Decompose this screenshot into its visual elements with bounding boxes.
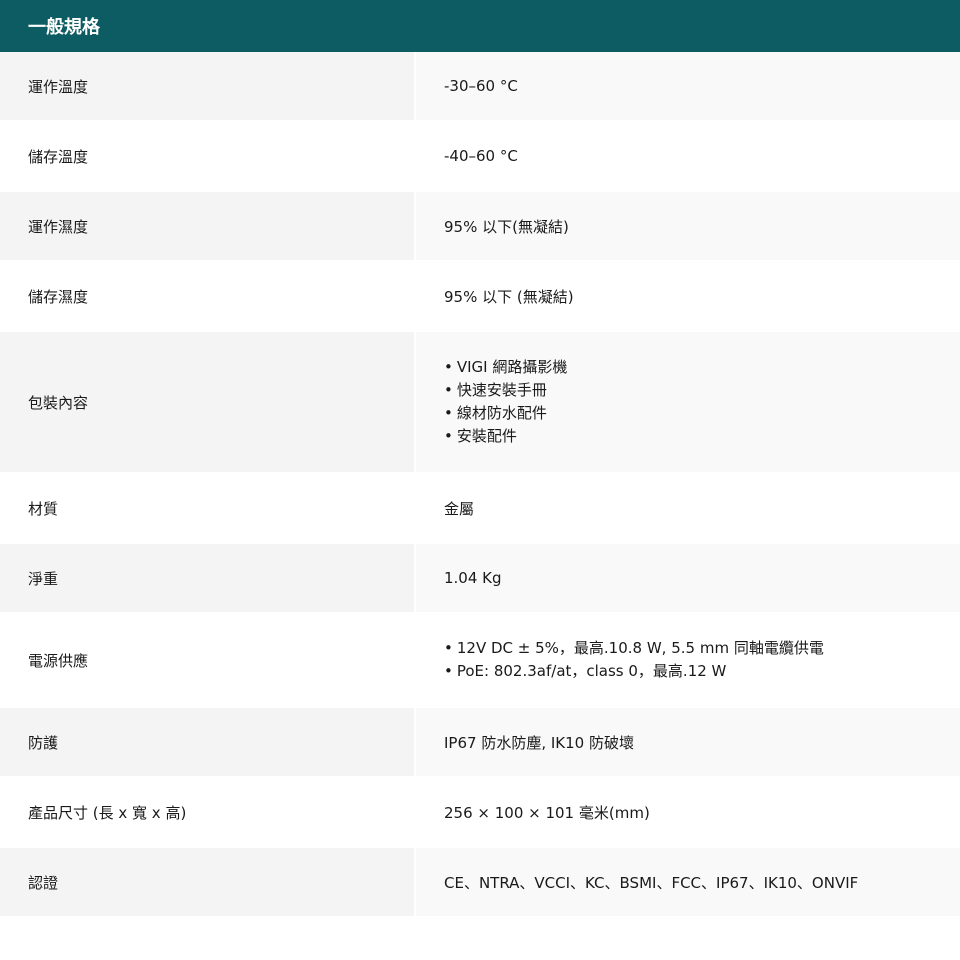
spec-label: 防護 bbox=[0, 708, 416, 776]
spec-row-operating-humidity: 運作濕度 95% 以下(無凝結) bbox=[0, 192, 960, 262]
spec-row-protection: 防護 IP67 防水防塵, IK10 防破壞 bbox=[0, 708, 960, 778]
spec-value: -30–60 °C bbox=[416, 52, 960, 120]
spec-label: 儲存濕度 bbox=[0, 262, 416, 330]
spec-label: 材質 bbox=[0, 474, 416, 542]
list-item: PoE: 802.3af/at，class 0，最高.12 W bbox=[444, 660, 950, 683]
spec-value: 金屬 bbox=[416, 474, 960, 542]
spec-label: 產品尺寸 (長 x 寬 x 高) bbox=[0, 778, 416, 846]
spec-row-material: 材質 金屬 bbox=[0, 474, 960, 544]
list-item: 12V DC ± 5%，最高.10.8 W, 5.5 mm 同軸電纜供電 bbox=[444, 637, 950, 660]
spec-row-storage-temperature: 儲存溫度 -40–60 °C bbox=[0, 122, 960, 192]
list-item: VIGI 網路攝影機 bbox=[444, 356, 950, 379]
list-item: 快速安裝手冊 bbox=[444, 379, 950, 402]
spec-table: 一般規格 運作溫度 -30–60 °C 儲存溫度 -40–60 °C 運作濕度 … bbox=[0, 0, 960, 918]
spec-row-package-contents: 包裝內容 VIGI 網路攝影機 快速安裝手冊 線材防水配件 安裝配件 bbox=[0, 332, 960, 474]
spec-value: -40–60 °C bbox=[416, 122, 960, 190]
spec-value: CE、NTRA、VCCI、KC、BSMI、FCC、IP67、IK10、ONVIF bbox=[416, 848, 960, 916]
spec-value: IP67 防水防塵, IK10 防破壞 bbox=[416, 708, 960, 776]
power-supply-list: 12V DC ± 5%，最高.10.8 W, 5.5 mm 同軸電纜供電 PoE… bbox=[444, 637, 950, 683]
spec-label: 運作濕度 bbox=[0, 192, 416, 260]
spec-value: 1.04 Kg bbox=[416, 544, 960, 612]
spec-row-net-weight: 淨重 1.04 Kg bbox=[0, 544, 960, 614]
section-title: 一般規格 bbox=[28, 17, 100, 38]
spec-label: 運作溫度 bbox=[0, 52, 416, 120]
spec-value: 256 × 100 × 101 毫米(mm) bbox=[416, 778, 960, 846]
spec-value: 95% 以下 (無凝結) bbox=[416, 262, 960, 330]
spec-row-dimensions: 產品尺寸 (長 x 寬 x 高) 256 × 100 × 101 毫米(mm) bbox=[0, 778, 960, 848]
spec-row-storage-humidity: 儲存濕度 95% 以下 (無凝結) bbox=[0, 262, 960, 332]
spec-row-power-supply: 電源供應 12V DC ± 5%，最高.10.8 W, 5.5 mm 同軸電纜供… bbox=[0, 614, 960, 708]
list-item: 線材防水配件 bbox=[444, 402, 950, 425]
spec-label: 儲存溫度 bbox=[0, 122, 416, 190]
spec-label: 認證 bbox=[0, 848, 416, 916]
section-header: 一般規格 bbox=[0, 0, 960, 52]
spec-row-operating-temperature: 運作溫度 -30–60 °C bbox=[0, 52, 960, 122]
package-contents-list: VIGI 網路攝影機 快速安裝手冊 線材防水配件 安裝配件 bbox=[444, 356, 950, 448]
spec-label: 電源供應 bbox=[0, 614, 416, 706]
spec-value: VIGI 網路攝影機 快速安裝手冊 線材防水配件 安裝配件 bbox=[416, 332, 960, 472]
spec-value: 12V DC ± 5%，最高.10.8 W, 5.5 mm 同軸電纜供電 PoE… bbox=[416, 614, 960, 706]
spec-label: 淨重 bbox=[0, 544, 416, 612]
list-item: 安裝配件 bbox=[444, 425, 950, 448]
spec-value: 95% 以下(無凝結) bbox=[416, 192, 960, 260]
spec-row-certifications: 認證 CE、NTRA、VCCI、KC、BSMI、FCC、IP67、IK10、ON… bbox=[0, 848, 960, 918]
spec-label: 包裝內容 bbox=[0, 332, 416, 472]
